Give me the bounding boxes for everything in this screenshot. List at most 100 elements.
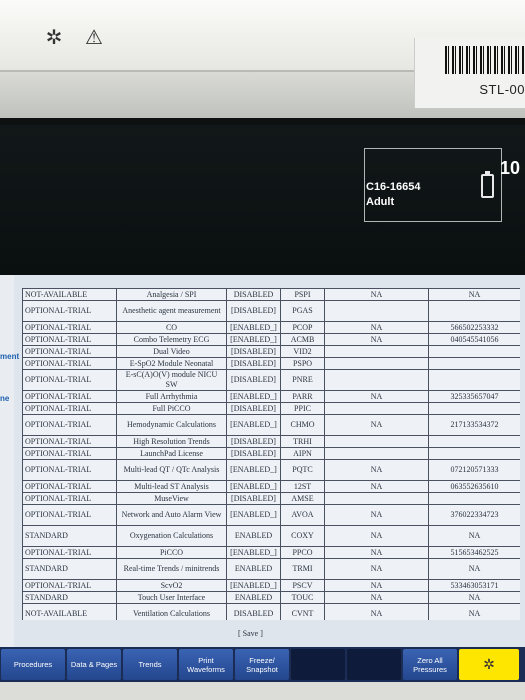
key-cell: NA	[324, 333, 429, 346]
table-row: NOT-AVAILABLE Analgesia / SPI DISABLED PSPI…	[22, 288, 520, 301]
state-cell: DISABLED	[226, 288, 281, 301]
key-cell: NA	[324, 459, 429, 481]
state-cell: [ENABLED_]	[226, 321, 281, 334]
data-pages-button[interactable]: Data & Pages	[67, 649, 121, 680]
code-cell: CHMO	[280, 414, 325, 436]
status-cell: OPTIONAL-TRIAL	[22, 300, 117, 322]
table-row: OPTIONAL-TRIAL LaunchPad License [DISABLED…	[22, 447, 520, 460]
state-cell: [ENABLED_]	[226, 333, 281, 346]
key-cell: NA	[324, 504, 429, 526]
alarm-triangle-icon[interactable]: ⚠	[82, 26, 106, 50]
table-row: OPTIONAL-TRIAL CO [ENABLED_] PCOP NA 56650225…	[22, 321, 520, 334]
key-cell	[324, 402, 429, 415]
trends-button[interactable]: Trends	[123, 649, 177, 680]
table-row: OPTIONAL-TRIAL E-SpO2 Module Neonatal [DIS…	[22, 357, 520, 370]
battery-icon	[481, 171, 494, 198]
serial-cell: NA	[428, 603, 520, 620]
status-cell: NOT-AVAILABLE	[22, 603, 117, 620]
blank-button-2[interactable]	[347, 649, 401, 680]
code-cell: PSCV	[280, 579, 325, 592]
status-cell: STANDARD	[22, 591, 117, 604]
option-name-cell: Multi-lead QT / QTc Analysis	[116, 459, 227, 481]
code-cell: PCOP	[280, 321, 325, 334]
barcode	[445, 46, 525, 74]
key-cell: NA	[324, 591, 429, 604]
alarm-silence-button[interactable]: ✲	[459, 649, 519, 680]
table-row: OPTIONAL-TRIAL Hemodynamic Calculations [E…	[22, 414, 520, 436]
option-name-cell: ScvO2	[116, 579, 227, 592]
state-cell: [DISABLED]	[226, 345, 281, 358]
options-table-container[interactable]: NOT-AVAILABLE Analgesia / SPI DISABLED PSPI…	[22, 288, 520, 620]
serial-cell: 072120571333	[428, 459, 520, 481]
code-cell: TOUC	[280, 591, 325, 604]
serial-cell	[428, 300, 520, 322]
print-waveforms-button[interactable]: Print Waveforms	[179, 649, 233, 680]
key-cell: NA	[324, 321, 429, 334]
status-cell: STANDARD	[22, 525, 117, 547]
serial-cell: NA	[428, 525, 520, 547]
options-table: NOT-AVAILABLE Analgesia / SPI DISABLED PSPI…	[22, 288, 520, 620]
state-cell: [DISABLED]	[226, 357, 281, 370]
state-cell: [DISABLED]	[226, 402, 281, 415]
status-cell: OPTIONAL-TRIAL	[22, 402, 117, 415]
code-cell: COXY	[280, 525, 325, 547]
status-cell: OPTIONAL-TRIAL	[22, 447, 117, 460]
status-cell: OPTIONAL-TRIAL	[22, 414, 117, 436]
status-cell: OPTIONAL-TRIAL	[22, 546, 117, 559]
side-band	[0, 275, 14, 647]
state-cell: ENABLED	[226, 591, 281, 604]
key-cell	[324, 447, 429, 460]
blank-button-1[interactable]	[291, 649, 345, 680]
table-row: OPTIONAL-TRIAL Multi-lead QT / QTc Analys…	[22, 459, 520, 481]
state-cell: [ENABLED_]	[226, 390, 281, 403]
state-cell: [ENABLED_]	[226, 480, 281, 493]
status-cell: OPTIONAL-TRIAL	[22, 459, 117, 481]
state-cell: [ENABLED_]	[226, 504, 281, 526]
serial-cell	[428, 402, 520, 415]
state-cell: ENABLED	[226, 525, 281, 547]
key-cell	[324, 300, 429, 322]
code-cell: PGAS	[280, 300, 325, 322]
monitor-bottom-bezel	[0, 682, 525, 700]
option-name-cell: Network and Auto Alarm View	[116, 504, 227, 526]
status-cell: OPTIONAL-TRIAL	[22, 435, 117, 448]
serial-cell	[428, 492, 520, 505]
side-label: ne	[0, 394, 10, 403]
option-name-cell: E-sC(A)O(V) module NICU SW	[116, 369, 227, 391]
key-cell	[324, 345, 429, 358]
key-cell	[324, 435, 429, 448]
option-name-cell: Oxygenation Calculations	[116, 525, 227, 547]
zero-all-pressures-button[interactable]: Zero All Pressures	[403, 649, 457, 680]
option-name-cell: Full PiCCO	[116, 402, 227, 415]
key-cell: NA	[324, 525, 429, 547]
table-row: OPTIONAL-TRIAL ScvO2 [ENABLED_] PSCV NA 53346…	[22, 579, 520, 592]
bottom-toolbar: Procedures Data & Pages Trends Print Wav…	[0, 647, 525, 682]
code-cell: AIPN	[280, 447, 325, 460]
state-cell: [DISABLED]	[226, 447, 281, 460]
table-row: OPTIONAL-TRIAL Full Arrhythmia [ENABLED_] P…	[22, 390, 520, 403]
option-name-cell: CO	[116, 321, 227, 334]
code-cell: AVOA	[280, 504, 325, 526]
option-name-cell: Anesthetic agent measurement	[116, 300, 227, 322]
state-cell: [DISABLED]	[226, 300, 281, 322]
code-cell: PNRE	[280, 369, 325, 391]
patient-id: C16-16654	[366, 181, 421, 193]
option-name-cell: Hemodynamic Calculations	[116, 414, 227, 436]
procedures-button[interactable]: Procedures	[1, 649, 65, 680]
serial-cell: NA	[428, 591, 520, 604]
state-cell: [DISABLED]	[226, 435, 281, 448]
key-cell: NA	[324, 579, 429, 592]
option-name-cell: Real-time Trends / minitrends	[116, 558, 227, 580]
save-button[interactable]: [ Save ]	[238, 629, 263, 638]
table-row: OPTIONAL-TRIAL Dual Video [DISABLED] VID2	[22, 345, 520, 358]
alarm-pause-icon[interactable]: ✲	[42, 26, 66, 50]
code-cell: ACMB	[280, 333, 325, 346]
table-row: OPTIONAL-TRIAL E-sC(A)O(V) module NICU SW…	[22, 369, 520, 391]
alarm-silence-icon: ✲	[483, 656, 495, 672]
serial-cell: 376022334723	[428, 504, 520, 526]
status-cell: OPTIONAL-TRIAL	[22, 579, 117, 592]
code-cell: PARR	[280, 390, 325, 403]
table-row: OPTIONAL-TRIAL Full PiCCO [DISABLED] PPIC	[22, 402, 520, 415]
side-label: ment	[0, 352, 20, 361]
freeze-snapshot-button[interactable]: Freeze/ Snapshot	[235, 649, 289, 680]
